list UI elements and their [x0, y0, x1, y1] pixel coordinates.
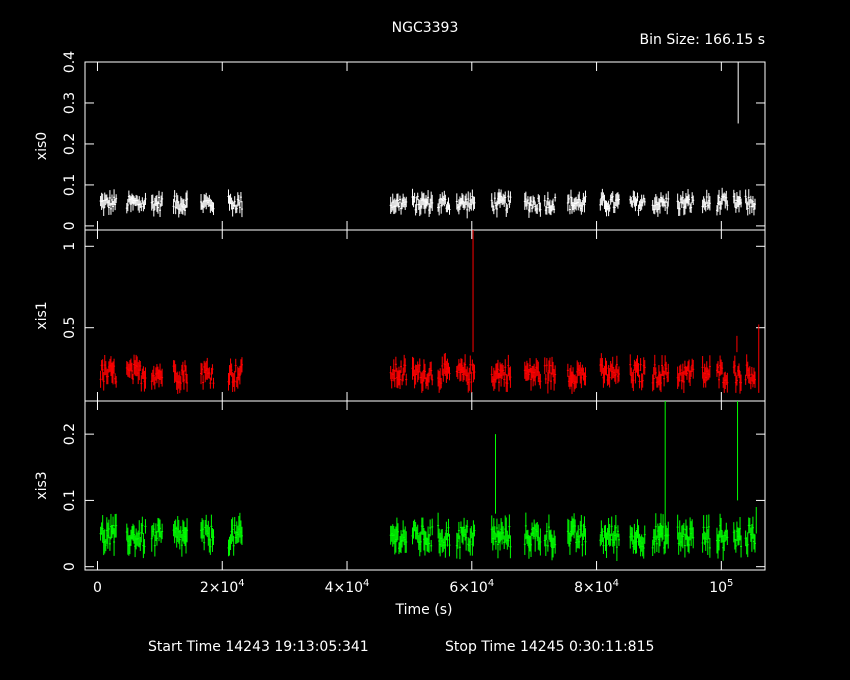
- x-tick-exponent: 4: [238, 578, 244, 589]
- y-tick-label-xis0: 0.1: [62, 174, 78, 196]
- x-tick-label: 6×104: [449, 578, 494, 596]
- x-tick-label: 8×104: [574, 578, 619, 596]
- y-axis-label-xis1: xis1: [34, 301, 50, 329]
- panels-group: 0 0.1 0.2 0.3 0.4 xis0 0.5 1 xis1 0 0.1 0.2 xis3 0 2×1…: [34, 51, 766, 596]
- y-tick-label-xis3: 0: [62, 562, 78, 571]
- series-xis0: [99, 62, 756, 219]
- y-axis-label-xis0: xis0: [34, 132, 50, 160]
- y-tick-label-xis1: 0.5: [62, 317, 78, 339]
- y-tick-label-xis0: 0.3: [62, 92, 78, 114]
- y-tick-label-xis0: 0.4: [62, 51, 78, 73]
- y-tick-label-xis0: 0.2: [62, 133, 78, 155]
- y-tick-label-xis0: 0: [62, 221, 78, 230]
- x-tick-label: 2×104: [200, 578, 245, 596]
- x-axis-label: Time (s): [395, 602, 453, 618]
- series-xis1: [99, 230, 760, 394]
- series-xis3: [99, 401, 757, 561]
- y-tick-label-xis3: 0.1: [62, 489, 78, 511]
- x-tick-exponent: 5: [727, 578, 733, 589]
- x-tick-exponent: 4: [363, 578, 369, 589]
- x-tick-label: 4×104: [325, 578, 370, 596]
- x-tick-label: 105: [709, 578, 733, 596]
- x-tick-exponent: 4: [488, 578, 494, 589]
- stop-time-label: Stop Time 14245 0:30:11:815: [445, 639, 654, 655]
- y-axis-label-xis3: xis3: [34, 471, 50, 499]
- x-tick-exponent: 4: [613, 578, 619, 589]
- x-tick-label: 0: [93, 580, 102, 596]
- bin-size-label: Bin Size: 166.15 s: [640, 32, 765, 48]
- y-tick-label-xis3: 0.2: [62, 423, 78, 445]
- chart-title: NGC3393: [392, 20, 459, 36]
- start-time-label: Start Time 14243 19:13:05:341: [148, 639, 369, 655]
- y-tick-label-xis1: 1: [62, 242, 78, 251]
- light-curve-chart: NGC3393 Bin Size: 166.15 s Time (s) Star…: [34, 20, 766, 655]
